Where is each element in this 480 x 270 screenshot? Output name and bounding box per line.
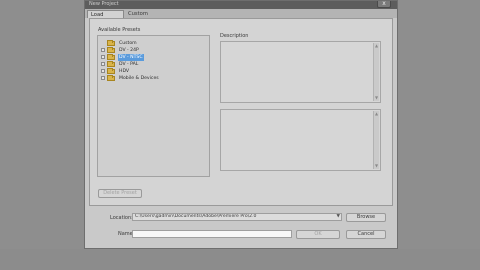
scroll-down-icon[interactable]: ▼ (374, 96, 379, 100)
preset-tree[interactable]: Custom DV - 24P DV - NTSC DV - PAL HDV M… (97, 35, 210, 177)
preset-label: Mobile & Devices (119, 76, 159, 81)
cancel-button[interactable]: Cancel (346, 230, 386, 239)
scrollbar[interactable]: ▲ ▼ (373, 111, 379, 169)
tab-load-preset[interactable]: Load Preset (87, 10, 124, 26)
scroll-down-icon[interactable]: ▼ (374, 164, 379, 168)
preset-item-dv-pal[interactable]: DV - PAL (101, 61, 207, 68)
description-box-bottom: ▲ ▼ (220, 109, 381, 171)
location-value: C:\Users\gadmin\Documents\Adobe\Premiere… (135, 214, 257, 219)
folder-icon (107, 75, 115, 81)
folder-icon (107, 54, 115, 60)
preset-label: HDV (119, 69, 130, 74)
preset-item-mobile-devices[interactable]: Mobile & Devices (101, 75, 207, 82)
tab-custom-settings[interactable]: Custom Settings (125, 10, 167, 25)
description-label: Description (220, 33, 249, 39)
tab-bar: Load Preset Custom Settings (85, 9, 397, 26)
preset-item-dv-24p[interactable]: DV - 24P (101, 47, 207, 54)
preset-item-hdv[interactable]: HDV (101, 68, 207, 75)
title-bar[interactable]: New Project x (85, 1, 397, 9)
location-dropdown[interactable]: C:\Users\gadmin\Documents\Adobe\Premiere… (132, 213, 342, 221)
new-project-dialog: New Project x Load Preset Custom Setting… (84, 0, 398, 249)
background-strip (0, 249, 480, 270)
available-presets-label: Available Presets (98, 27, 141, 33)
screen-background: New Project x Load Preset Custom Setting… (0, 0, 480, 270)
expand-icon[interactable] (101, 62, 105, 66)
expand-icon[interactable] (101, 69, 105, 73)
close-icon: x (382, 0, 386, 7)
preset-label: DV - 24P (119, 48, 139, 53)
preset-item-dv-ntsc[interactable]: DV - NTSC (101, 54, 207, 61)
close-button[interactable]: x (377, 1, 391, 8)
preset-label: DV - NTSC (118, 54, 144, 61)
folder-icon (107, 47, 115, 53)
folder-icon (107, 61, 115, 67)
preset-label: DV - PAL (119, 62, 139, 67)
name-field[interactable] (132, 230, 292, 238)
expand-icon[interactable] (101, 48, 105, 52)
delete-preset-button[interactable]: Delete Preset (98, 189, 142, 198)
expand-icon[interactable] (101, 55, 105, 59)
window-title: New Project (89, 1, 119, 7)
preset-label: Custom (119, 41, 137, 46)
folder-icon (107, 40, 115, 46)
scrollbar[interactable]: ▲ ▼ (373, 43, 379, 101)
load-preset-panel: Available Presets Custom DV - 24P DV - N… (89, 18, 393, 206)
location-label: Location: (110, 215, 133, 221)
description-box-top: ▲ ▼ (220, 41, 381, 103)
chevron-down-icon: ▼ (336, 214, 340, 219)
folder-icon (107, 68, 115, 74)
preset-item-custom[interactable]: Custom (107, 40, 207, 47)
scroll-up-icon[interactable]: ▲ (374, 112, 379, 116)
browse-button[interactable]: Browse (346, 213, 386, 222)
expand-icon[interactable] (101, 76, 105, 80)
ok-button[interactable]: OK (296, 230, 340, 239)
scroll-up-icon[interactable]: ▲ (374, 44, 379, 48)
